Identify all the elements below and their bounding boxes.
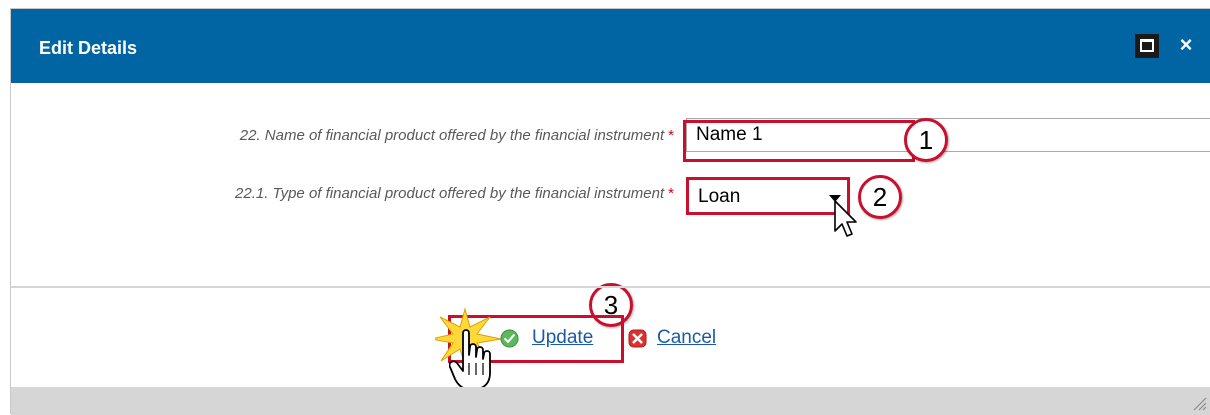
- product-type-selected-value: Loan: [698, 186, 741, 207]
- required-marker: *: [668, 127, 674, 144]
- step-marker-1: 1: [904, 118, 948, 162]
- required-marker: *: [668, 185, 674, 202]
- step-marker-2: 2: [858, 175, 902, 219]
- dialog-title: Edit Details: [39, 38, 138, 58]
- hand-pointer-icon: [449, 329, 491, 390]
- resize-grip-icon[interactable]: [1191, 395, 1207, 411]
- footer-divider: [11, 286, 1210, 288]
- check-circle-icon: [500, 329, 519, 348]
- type-field-label-text: 22.1. Type of financial product offered …: [235, 185, 665, 202]
- update-link[interactable]: Update: [532, 327, 593, 349]
- cancel-x-icon: [628, 329, 647, 348]
- name-field-label: 22. Name of financial product offered by…: [240, 127, 674, 144]
- close-icon[interactable]: ×: [1174, 31, 1198, 59]
- type-field-label: 22.1. Type of financial product offered …: [235, 185, 674, 202]
- edit-details-dialog: Edit Details × 22. Name of financial pro…: [10, 8, 1210, 415]
- step-1-highlight: [683, 120, 915, 162]
- maximize-icon[interactable]: [1135, 34, 1159, 58]
- mouse-pointer-icon: [834, 200, 857, 237]
- product-type-select[interactable]: Loan: [686, 177, 850, 215]
- cancel-link[interactable]: Cancel: [657, 327, 716, 349]
- dialog-footer-bar: [11, 387, 1210, 415]
- dialog-titlebar[interactable]: Edit Details ×: [11, 9, 1210, 83]
- name-field-label-text: 22. Name of financial product offered by…: [239, 127, 665, 144]
